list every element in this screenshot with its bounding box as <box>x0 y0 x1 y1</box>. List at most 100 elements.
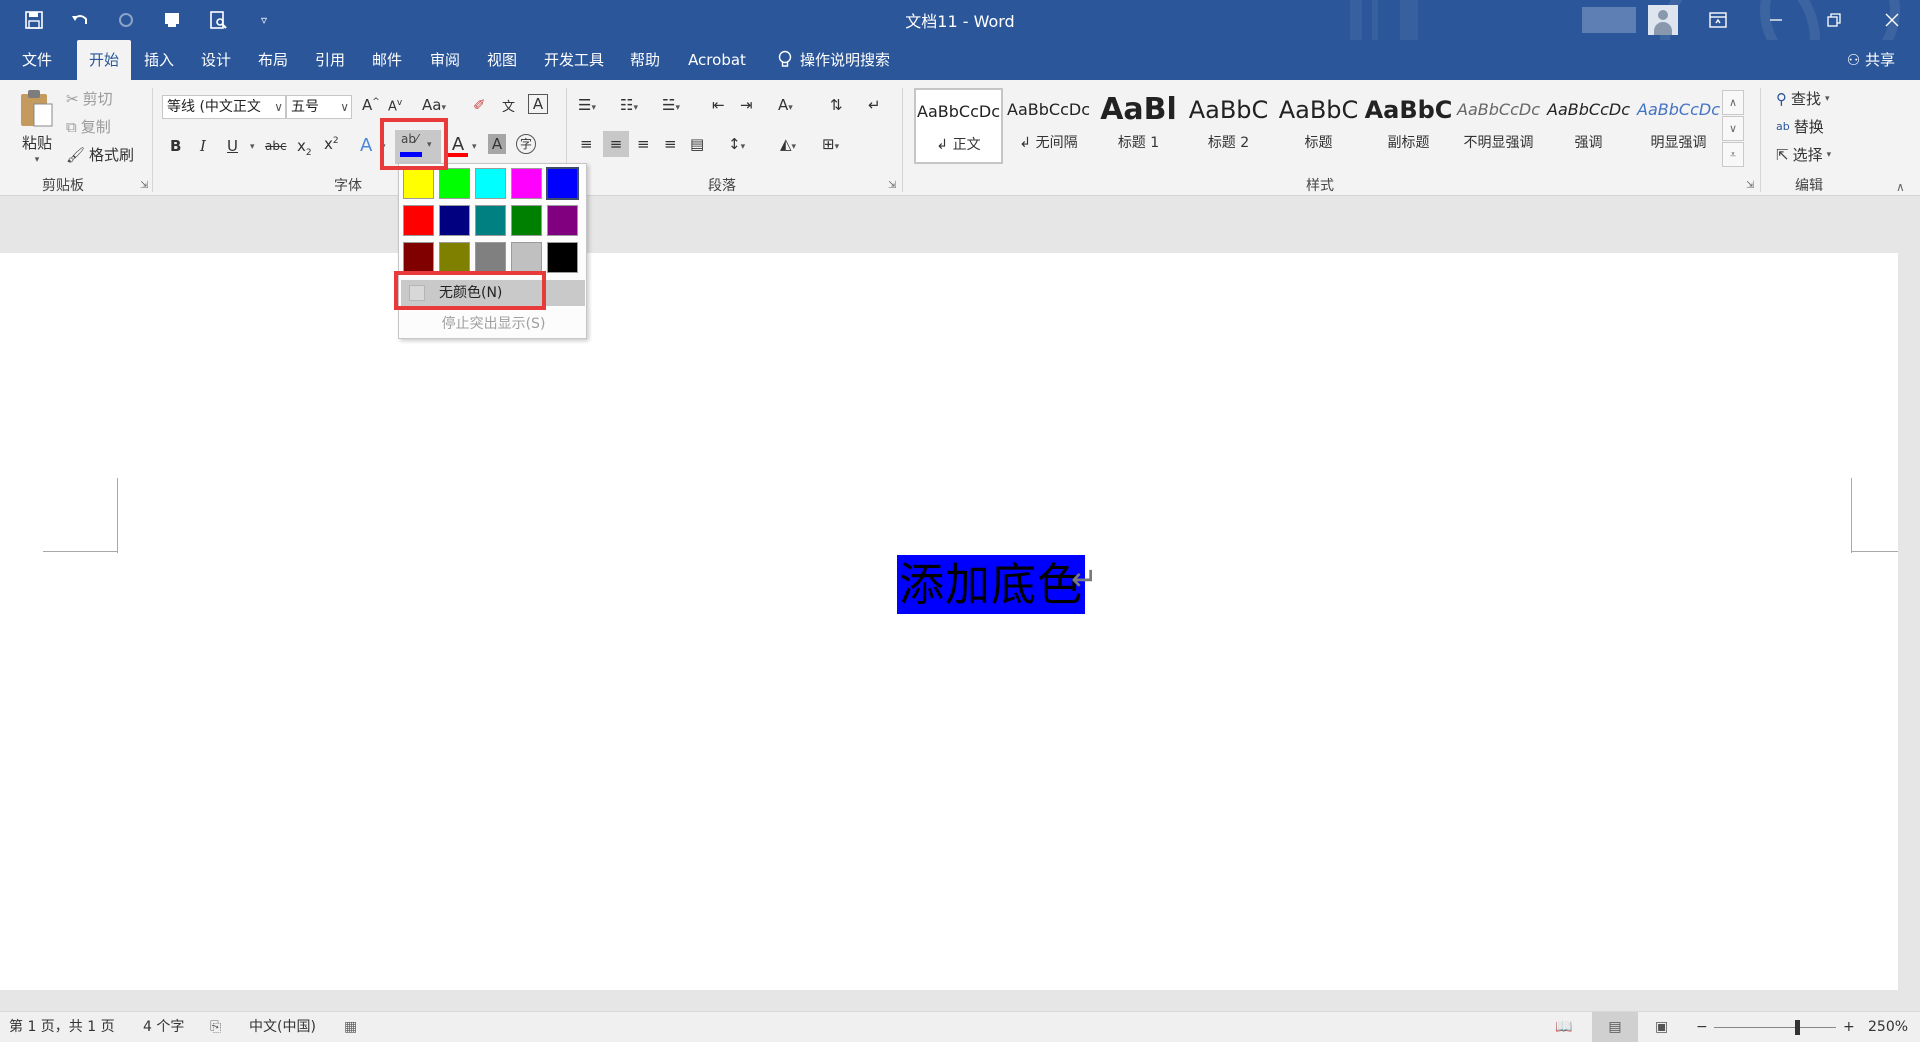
share-button[interactable]: ⚇ 共享 <box>1847 40 1895 80</box>
underline-dropdown-icon[interactable]: ▾ <box>250 142 255 152</box>
align-left-icon[interactable]: ≡ <box>580 135 593 153</box>
highlight-swatch[interactable] <box>403 205 434 236</box>
gallery-down-icon[interactable]: ∨ <box>1722 116 1744 141</box>
zoom-slider-thumb[interactable] <box>1795 1020 1800 1035</box>
style-no-spacing[interactable]: AaBbCcDc ↲ 无间隔 <box>1004 88 1093 164</box>
replace-button[interactable]: ab 替换 <box>1776 116 1824 137</box>
read-mode-icon[interactable]: 📖 <box>1555 1012 1572 1042</box>
paragraph-launcher-icon[interactable]: ⇲ <box>888 180 896 191</box>
font-size-combo[interactable]: 五号 ∨ <box>286 95 352 119</box>
tab-developer[interactable]: 开发工具 <box>538 40 610 80</box>
tab-insert[interactable]: 插入 <box>134 40 184 80</box>
sort-icon[interactable]: ⇅ <box>830 96 843 114</box>
text-effects-icon[interactable]: A <box>360 135 372 156</box>
tab-home[interactable]: 开始 <box>77 40 131 80</box>
clear-formatting-icon[interactable]: ✐ <box>473 96 486 114</box>
tab-review[interactable]: 审阅 <box>420 40 470 80</box>
highlight-swatch[interactable] <box>439 242 470 273</box>
decrease-indent-icon[interactable]: ⇤ <box>712 96 725 114</box>
select-button[interactable]: ⇱ 选择 ▾ <box>1776 144 1831 165</box>
tab-view[interactable]: 视图 <box>477 40 527 80</box>
show-marks-icon[interactable]: ↵ <box>868 96 881 114</box>
tab-references[interactable]: 引用 <box>305 40 355 80</box>
restore-button[interactable] <box>1806 0 1862 40</box>
bullets-icon[interactable]: ☰▾ <box>578 96 596 114</box>
multilevel-list-icon[interactable]: ☱▾ <box>662 96 680 114</box>
tell-me-search[interactable]: 操作说明搜索 <box>772 40 912 80</box>
cut-button[interactable]: ✂ 剪切 <box>66 88 113 109</box>
highlight-swatch[interactable] <box>546 167 579 200</box>
macro-icon[interactable]: ▦ <box>344 1012 357 1042</box>
minimize-button[interactable] <box>1748 0 1804 40</box>
shading-icon[interactable]: ◭▾ <box>780 135 796 153</box>
distributed-icon[interactable]: ▤ <box>690 135 704 153</box>
highlight-swatch[interactable] <box>511 168 542 199</box>
gallery-up-icon[interactable]: ∧ <box>1722 90 1744 115</box>
highlight-swatch[interactable] <box>511 205 542 236</box>
tab-layout[interactable]: 布局 <box>248 40 298 80</box>
highlight-swatch[interactable] <box>475 168 506 199</box>
highlight-swatch[interactable] <box>511 242 542 273</box>
borders-icon[interactable]: ⊞▾ <box>822 135 839 153</box>
tab-mailings[interactable]: 邮件 <box>362 40 412 80</box>
numbering-icon[interactable]: ☷▾ <box>620 96 638 114</box>
style-subtitle[interactable]: AaBbC 副标题 <box>1364 88 1453 164</box>
phonetic-guide-icon[interactable]: 文 <box>502 96 515 115</box>
highlight-swatch[interactable] <box>475 242 506 273</box>
find-button[interactable]: ⚲ 查找 ▾ <box>1776 88 1830 109</box>
character-border-icon[interactable]: A <box>528 94 548 114</box>
increase-indent-icon[interactable]: ⇥ <box>740 96 753 114</box>
language[interactable]: 中文(中国) <box>249 1012 316 1042</box>
print-layout-icon[interactable]: ▤ <box>1592 1012 1638 1042</box>
grow-font-icon[interactable]: A^ <box>362 96 380 114</box>
align-right-icon[interactable]: ≡ <box>637 135 650 153</box>
align-center-icon[interactable]: ≡ <box>603 131 629 157</box>
zoom-slider[interactable] <box>1714 1027 1836 1028</box>
paste-dropdown-icon[interactable]: ▾ <box>35 155 40 165</box>
collapse-ribbon-icon[interactable]: ∧ <box>1896 180 1905 194</box>
highlight-swatch[interactable] <box>403 168 434 199</box>
stop-highlighting-option[interactable]: 停止突出显示(S) <box>399 313 588 333</box>
line-spacing-icon[interactable]: ↕▾ <box>728 135 745 153</box>
font-name-combo[interactable]: 等线 (中文正文 ∨ <box>162 95 286 119</box>
tab-file[interactable]: 文件 <box>12 40 62 80</box>
close-button[interactable] <box>1864 0 1920 40</box>
font-color-button[interactable]: A <box>448 134 468 157</box>
style-heading-1[interactable]: AaBl 标题 1 <box>1094 88 1183 164</box>
tab-acrobat[interactable]: Acrobat <box>682 40 752 80</box>
zoom-out-button[interactable]: − <box>1696 1012 1708 1042</box>
character-shading-icon[interactable]: A <box>488 134 506 154</box>
word-count[interactable]: 4 个字 <box>143 1012 184 1042</box>
web-layout-icon[interactable]: ▣ <box>1655 1012 1668 1042</box>
zoom-in-button[interactable]: + <box>1843 1012 1855 1042</box>
gallery-more-icon[interactable]: ⩡ <box>1722 142 1744 167</box>
highlighted-text[interactable]: 添加底色 <box>897 555 1086 614</box>
italic-icon[interactable]: I <box>200 137 206 155</box>
style-normal[interactable]: AaBbCcDc ↲ 正文 <box>914 88 1003 164</box>
text-direction-icon[interactable]: A▾ <box>778 96 793 114</box>
zoom-level[interactable]: 250% <box>1868 1012 1908 1042</box>
strikethrough-icon[interactable]: abc <box>265 139 287 153</box>
page-count[interactable]: 第 1 页，共 1 页 <box>9 1012 115 1042</box>
subscript-icon[interactable]: x2 <box>297 137 312 158</box>
highlight-swatch[interactable] <box>547 242 578 273</box>
highlight-swatch[interactable] <box>403 242 434 273</box>
avatar[interactable] <box>1648 5 1678 35</box>
vertical-scrollbar[interactable] <box>1898 253 1920 990</box>
bold-icon[interactable]: B <box>170 137 181 155</box>
format-painter-button[interactable]: 🖌 格式刷 <box>66 144 134 165</box>
style-subtle-emphasis[interactable]: AaBbCcDc 不明显强调 <box>1454 88 1543 164</box>
style-emphasis[interactable]: AaBbCcDc 强调 <box>1544 88 1633 164</box>
shrink-font-icon[interactable]: Av <box>388 98 402 114</box>
style-heading-2[interactable]: AaBbC 标题 2 <box>1184 88 1273 164</box>
change-case-icon[interactable]: Aa▾ <box>422 96 446 114</box>
superscript-icon[interactable]: x2 <box>324 135 339 153</box>
highlight-swatch[interactable] <box>439 168 470 199</box>
style-title[interactable]: AaBbC 标题 <box>1274 88 1363 164</box>
tab-help[interactable]: 帮助 <box>620 40 670 80</box>
font-color-dropdown-icon[interactable]: ▾ <box>472 142 477 152</box>
style-intense-emphasis[interactable]: AaBbCcDc 明显强调 <box>1634 88 1723 164</box>
copy-button[interactable]: ⧉ 复制 <box>66 116 111 137</box>
clipboard-launcher-icon[interactable]: ⇲ <box>140 180 148 191</box>
underline-icon[interactable]: U <box>227 137 238 155</box>
